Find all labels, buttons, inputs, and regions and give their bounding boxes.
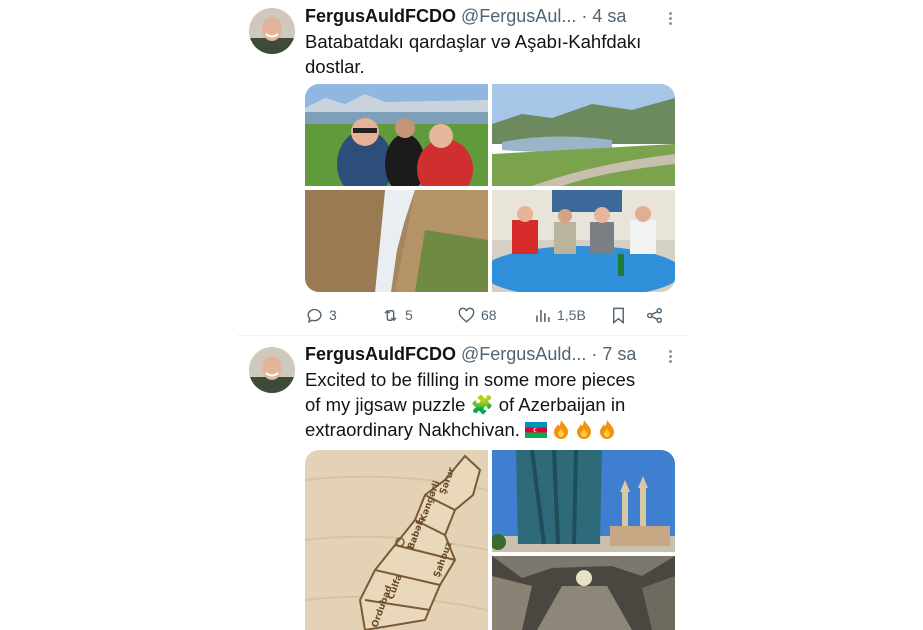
tweet[interactable]: FergusAuldFCDO @FergusAul... · 4 sa Bata… xyxy=(237,0,687,335)
azerbaijan-flag-icon xyxy=(525,422,548,438)
photo-mausoleum-minarets[interactable] xyxy=(492,450,675,552)
avatar[interactable] xyxy=(249,8,295,54)
heart-icon xyxy=(458,307,475,323)
reply-button[interactable]: 3 xyxy=(305,302,337,328)
timestamp[interactable]: 4 sa xyxy=(592,6,626,26)
photo-cafe-table[interactable] xyxy=(492,190,675,292)
tweet-text-segment: extraordinary Nakhchivan. xyxy=(305,419,520,440)
share-button[interactable] xyxy=(645,302,664,328)
media-grid[interactable] xyxy=(305,84,675,292)
fire-icon xyxy=(577,420,592,439)
avatar-image xyxy=(249,8,295,54)
author-name[interactable]: FergusAuldFCDO xyxy=(305,6,456,26)
tweet-text-segment: of Azerbaijan in xyxy=(498,394,626,415)
views-icon xyxy=(536,309,550,322)
tweet-text-line: Excited to be filling in some more piece… xyxy=(305,369,636,390)
photo-wooden-puzzle-map[interactable]: Şərur Kəngərli Babək Şahbuz Culfa Orduba… xyxy=(305,450,488,630)
puzzle-emoji: 🧩 xyxy=(470,394,494,415)
tweet-text-line: dostlar. xyxy=(305,56,365,77)
bookmark-icon xyxy=(613,307,624,324)
tweet-text: Excited to be filling in some more piece… xyxy=(305,367,675,442)
author-handle[interactable]: @FergusAul... xyxy=(461,6,576,26)
photo-lake-valley[interactable] xyxy=(492,84,675,186)
repost-count: 5 xyxy=(405,307,413,323)
tweet-text-segment: of my jigsaw puzzle xyxy=(305,394,466,415)
repost-icon xyxy=(384,309,397,321)
bookmark-button[interactable] xyxy=(609,302,628,328)
photo-canyon[interactable] xyxy=(305,190,488,292)
media-grid[interactable]: Şərur Kəngərli Babək Şahbuz Culfa Orduba… xyxy=(305,450,675,630)
photo-salt-cave[interactable] xyxy=(492,556,675,630)
timeline-feed: FergusAuldFCDO @FergusAul... · 4 sa Bata… xyxy=(237,0,687,630)
like-button[interactable]: 68 xyxy=(457,302,497,328)
photo-selfie-mountains[interactable] xyxy=(305,84,488,186)
repost-button[interactable]: 5 xyxy=(381,302,413,328)
tweet-actions: 3 5 68 1,5B xyxy=(305,302,675,328)
avatar[interactable] xyxy=(249,347,295,393)
share-icon xyxy=(646,307,663,323)
reply-icon xyxy=(307,308,322,323)
avatar-image xyxy=(249,347,295,393)
fire-icon xyxy=(600,420,615,439)
tweet[interactable]: FergusAuldFCDO @FergusAuld... · 7 sa Exc… xyxy=(237,338,687,630)
view-count: 1,5B xyxy=(557,307,586,323)
author-name[interactable]: FergusAuldFCDO xyxy=(305,344,456,364)
tweet-text-line: Batabatdakı qardaşlar və Aşabı-Kahfdakı xyxy=(305,31,642,52)
tweet-text-line: of my jigsaw puzzle 🧩 of Azerbaijan in xyxy=(305,392,675,417)
author-handle[interactable]: @FergusAuld... xyxy=(461,344,586,364)
views-button[interactable]: 1,5B xyxy=(533,302,586,328)
separator-dot: · xyxy=(581,6,588,26)
like-count: 68 xyxy=(481,307,497,323)
tweet-divider xyxy=(237,335,687,336)
fire-icon xyxy=(554,420,569,439)
tweet-text-line: extraordinary Nakhchivan. xyxy=(305,417,675,442)
tweet-text: Batabatdakı qardaşlar və Aşabı-Kahfdakı … xyxy=(305,29,675,79)
tweet-header: FergusAuldFCDO @FergusAuld... · 7 sa xyxy=(305,344,677,366)
reply-count: 3 xyxy=(329,307,337,323)
more-options-icon[interactable] xyxy=(667,348,673,366)
separator-dot: · xyxy=(591,344,598,364)
timestamp[interactable]: 7 sa xyxy=(602,344,636,364)
more-options-icon[interactable] xyxy=(667,10,673,28)
tweet-header: FergusAuldFCDO @FergusAul... · 4 sa xyxy=(305,6,677,28)
